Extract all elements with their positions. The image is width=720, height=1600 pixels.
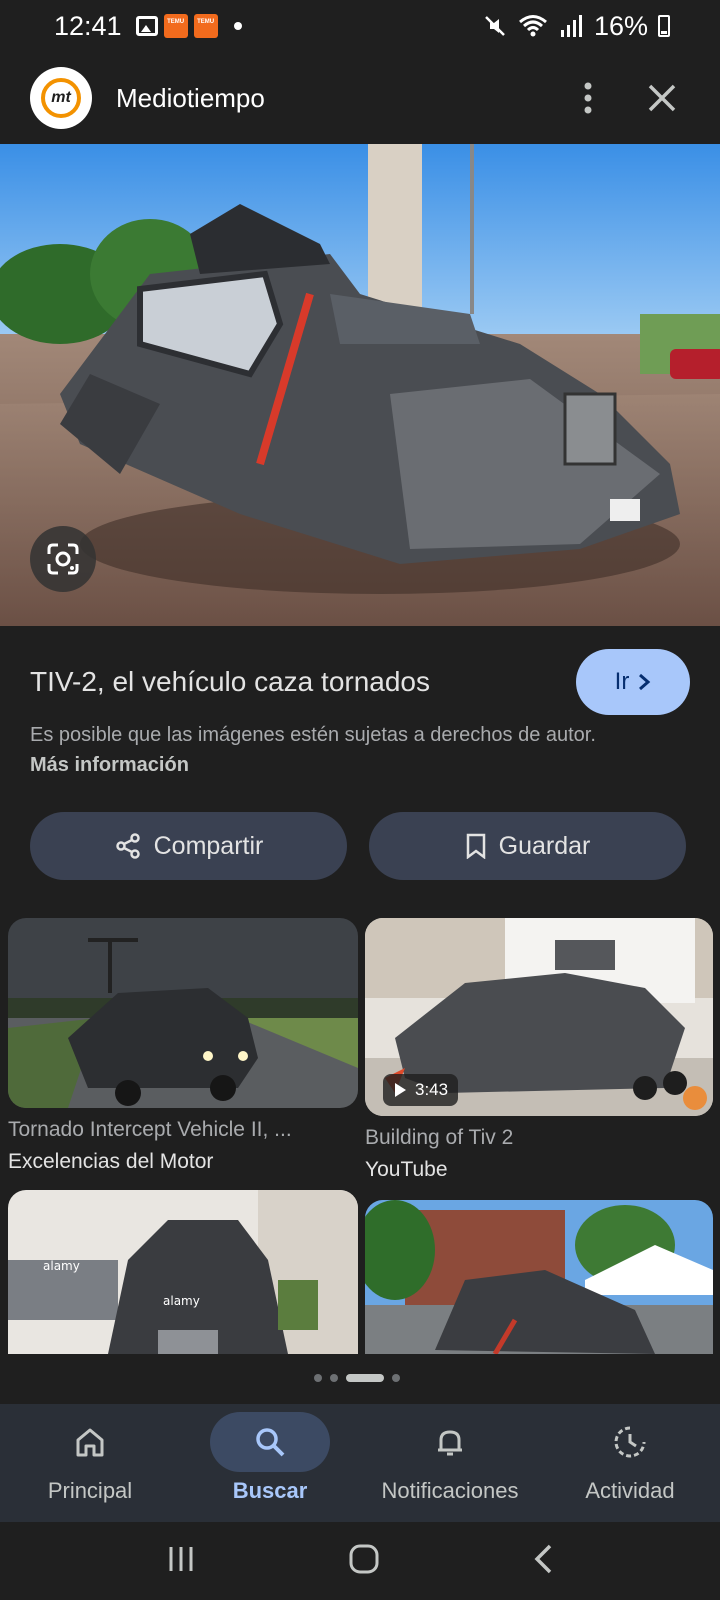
storm-vehicle-photo <box>8 918 358 1108</box>
related-thumbnail[interactable]: alamy alamy <box>8 1190 358 1354</box>
nav-home-pill <box>30 1412 150 1472</box>
system-navigation-bar <box>0 1522 720 1600</box>
nav-activity[interactable]: Actividad <box>540 1404 720 1522</box>
bell-icon <box>438 1430 462 1456</box>
watermark-text: alamy <box>43 1259 80 1273</box>
related-thumbnail[interactable] <box>8 918 358 1108</box>
site-logo-mark: mt <box>41 78 81 118</box>
visit-button[interactable]: Ir <box>576 649 690 715</box>
wifi-icon <box>518 15 547 37</box>
nav-search-pill <box>210 1412 330 1472</box>
result-title-row: TIV-2, el vehículo caza tornados Ir <box>30 648 690 716</box>
share-label: Compartir <box>153 831 264 860</box>
nav-notifications-pill <box>390 1412 510 1472</box>
bottom-navigation: Principal Buscar Notificaciones Activida… <box>0 1404 720 1522</box>
outdoor-vehicle-photo <box>365 1200 713 1354</box>
back-icon <box>534 1544 552 1573</box>
save-button[interactable]: Guardar <box>369 812 686 880</box>
nav-activity-pill <box>570 1412 690 1472</box>
recent-apps-button[interactable] <box>166 1544 196 1579</box>
home-system-button[interactable] <box>348 1543 380 1580</box>
back-button[interactable] <box>532 1543 554 1580</box>
related-result-card[interactable]: Tornado Intercept Vehicle II, ... Excele… <box>8 918 358 1176</box>
bookmark-icon <box>466 833 485 859</box>
close-button[interactable] <box>634 70 690 126</box>
front-vehicle-photo: alamy alamy <box>8 1190 358 1354</box>
more-info-link[interactable]: Más información <box>30 754 189 776</box>
clock: 12:41 <box>54 10 122 41</box>
page-dot-active <box>346 1374 384 1382</box>
more-vert-icon <box>584 82 592 114</box>
battery-icon <box>658 15 670 37</box>
tornado-vehicle-photo <box>0 144 720 626</box>
related-source: Excelencias del Motor <box>8 1150 214 1173</box>
video-duration-badge: 3:43 <box>383 1074 459 1106</box>
site-name[interactable]: Mediotiempo <box>116 83 542 114</box>
chevron-right-icon <box>639 673 651 691</box>
page-dot <box>392 1374 400 1382</box>
mute-icon <box>485 16 505 36</box>
related-title: Tornado Intercept Vehicle II, ... <box>8 1118 292 1141</box>
video-duration: 3:43 <box>415 1080 449 1099</box>
related-title: Building of Tiv 2 <box>365 1126 514 1149</box>
battery-percent: 16% <box>593 10 648 41</box>
nav-home-label: Principal <box>47 1478 133 1503</box>
related-thumbnail[interactable] <box>365 1200 713 1354</box>
share-button[interactable]: Compartir <box>30 812 347 880</box>
result-title[interactable]: TIV-2, el vehículo caza tornados <box>30 666 576 698</box>
page-indicator <box>314 1374 400 1382</box>
close-icon <box>648 84 676 112</box>
home-icon <box>76 1428 104 1457</box>
related-result-card[interactable]: 3:43 Building of Tiv 2 YouTube <box>365 918 713 1186</box>
activity-icon <box>614 1426 646 1458</box>
related-thumbnail[interactable]: 3:43 <box>365 918 713 1116</box>
copyright-text: Es posible que las imágenes estén sujeta… <box>30 724 596 746</box>
related-result-card[interactable]: alamy alamy <box>8 1190 358 1354</box>
search-icon <box>256 1428 285 1457</box>
signal-icon <box>560 15 582 37</box>
temu-notification-icon: TEMU <box>163 14 188 38</box>
visit-button-label: Ir <box>614 668 630 695</box>
watermark-text: alamy <box>163 1294 200 1308</box>
page-dot <box>330 1374 338 1382</box>
home-square-icon <box>349 1544 379 1573</box>
share-icon <box>115 833 140 859</box>
page-dot <box>314 1374 322 1382</box>
action-buttons: Compartir Guardar <box>30 812 686 880</box>
nav-search[interactable]: Buscar <box>180 1404 360 1522</box>
temu-notification-icon-2: TEMU <box>193 14 218 38</box>
main-image[interactable] <box>0 144 720 626</box>
recents-icon <box>169 1546 193 1571</box>
nav-activity-label: Actividad <box>585 1478 675 1503</box>
lens-icon <box>47 543 79 575</box>
google-lens-button[interactable] <box>30 526 96 592</box>
site-logo: mt <box>30 67 92 129</box>
viewer-header: mt Mediotiempo <box>0 52 720 144</box>
related-result-card[interactable] <box>365 1200 713 1354</box>
more-options-button[interactable] <box>560 70 616 126</box>
nav-search-label: Buscar <box>232 1478 308 1503</box>
nav-home[interactable]: Principal <box>0 1404 180 1522</box>
related-source: YouTube <box>365 1158 448 1181</box>
more-notifications-dot <box>233 22 242 30</box>
nav-notifications[interactable]: Notificaciones <box>360 1404 540 1522</box>
save-label: Guardar <box>498 831 591 860</box>
copyright-note: Es posible que las imágenes estén sujeta… <box>30 720 630 780</box>
nav-notifications-label: Notificaciones <box>381 1478 519 1503</box>
status-bar: 12:41 TEMU TEMU 16% <box>0 0 720 52</box>
gallery-notification-icon <box>135 16 158 36</box>
play-icon <box>395 1083 406 1097</box>
